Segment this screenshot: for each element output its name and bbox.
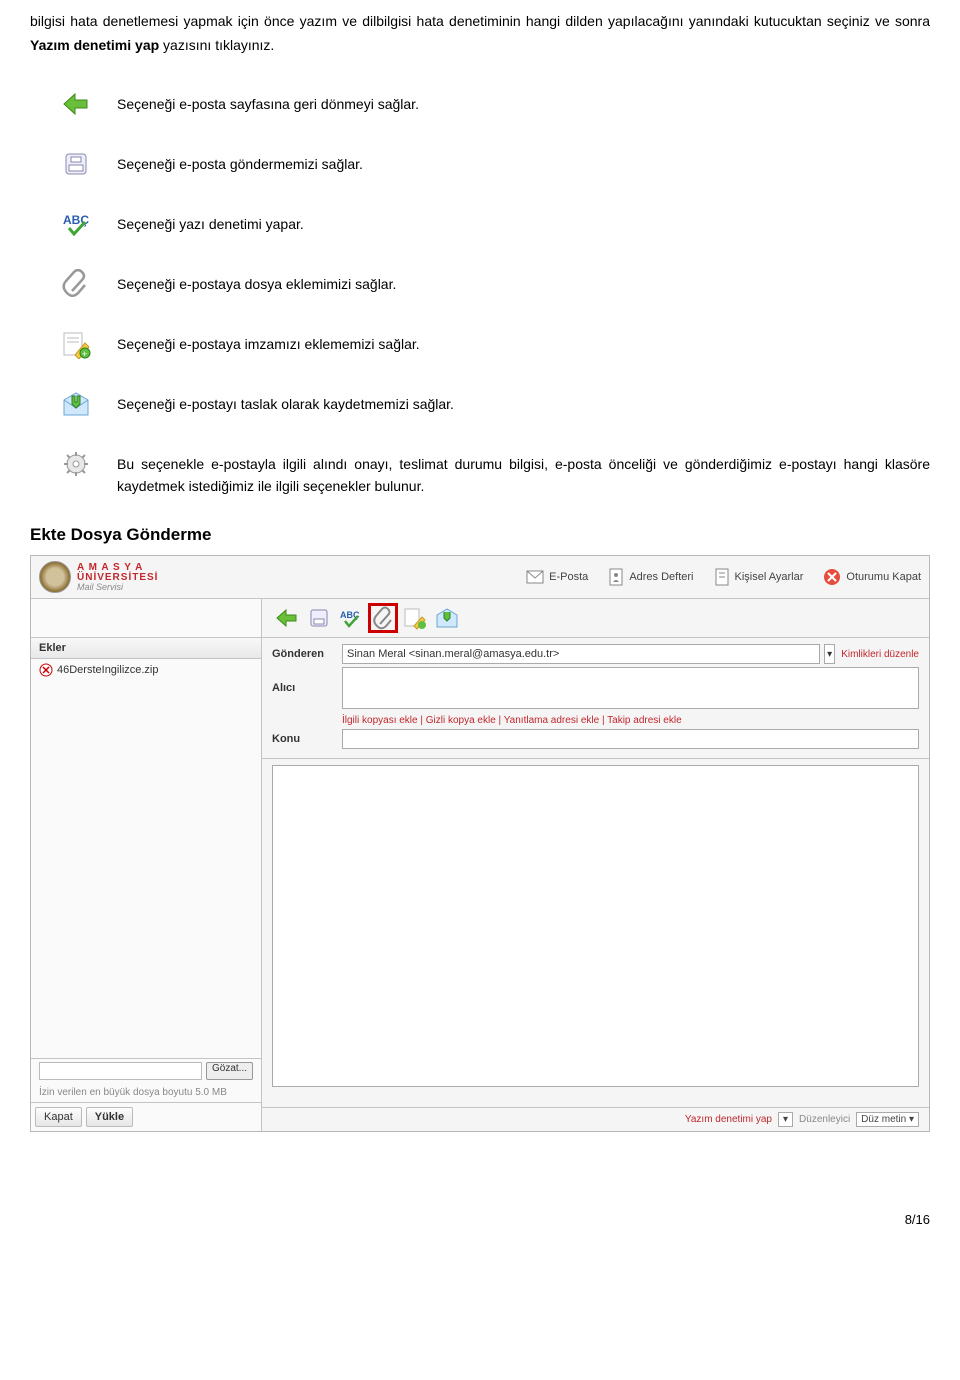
page-number: 8/16	[0, 1152, 960, 1247]
tool-back[interactable]	[272, 603, 302, 633]
intro-paragraph: bilgisi hata denetlemesi yapmak için önc…	[30, 10, 930, 58]
intro-bold: Yazım denetimi yap	[30, 37, 159, 53]
edit-identities-link[interactable]: Kimlikleri düzenle	[841, 649, 919, 660]
nav-eposta[interactable]: E-Posta	[526, 569, 588, 585]
feature-spellcheck-text: Seçeneği yazı denetimi yapar.	[117, 208, 304, 235]
feature-signature-text: Seçeneği e-postaya imzamızı eklememizi s…	[117, 328, 420, 355]
input-konu[interactable]	[342, 729, 919, 749]
addressbook-icon	[608, 568, 624, 586]
close-icon	[823, 568, 841, 586]
tool-attach[interactable]	[368, 603, 398, 633]
back-arrow-icon	[60, 88, 92, 120]
feature-send: Seçeneği e-posta göndermemizi sağlar.	[60, 148, 930, 180]
logo-emblem-icon	[39, 561, 71, 593]
feature-back-text: Seçeneği e-posta sayfasına geri dönmeyi …	[117, 88, 419, 115]
label-konu: Konu	[272, 733, 342, 745]
label-alici: Alıcı	[272, 682, 342, 694]
editor-label: Düzenleyici	[799, 1114, 850, 1125]
feature-list: Seçeneği e-posta sayfasına geri dönmeyi …	[60, 88, 930, 498]
nav-adres[interactable]: Adres Defteri	[608, 568, 693, 586]
left-panel: Ekler 46DersteIngilizce.zip Gözat... İzi…	[31, 599, 262, 1131]
gonderen-dropdown[interactable]: ▾	[824, 644, 835, 664]
tool-signature[interactable]	[400, 603, 430, 633]
feature-attach-text: Seçeneği e-postaya dosya eklemimizi sağl…	[117, 268, 396, 295]
bottom-bar: Yazım denetimi yap ▾ Düzenleyici Düz met…	[262, 1107, 929, 1131]
svg-text:+: +	[82, 349, 87, 359]
compose-toolbar: ABÇ	[262, 599, 929, 638]
paperclip-icon	[373, 606, 393, 630]
feature-options: Bu seçenekle e-postayla ilgili alındı on…	[60, 448, 930, 498]
section-heading: Ekte Dosya Gönderme	[30, 525, 930, 545]
logo-line3: Mail Servisi	[77, 583, 158, 592]
feature-signature: + Seçeneği e-postaya imzamızı eklememizi…	[60, 328, 930, 360]
file-path-input[interactable]	[39, 1062, 202, 1080]
main-area: Ekler 46DersteIngilizce.zip Gözat... İzi…	[31, 599, 929, 1131]
left-buttons: Kapat Yükle	[31, 1102, 261, 1131]
nav-adres-label: Adres Defteri	[629, 571, 693, 583]
upload-button[interactable]: Yükle	[86, 1107, 133, 1127]
tool-savedraft[interactable]	[432, 603, 462, 633]
feature-options-text: Bu seçenekle e-postayla ilgili alındı on…	[117, 448, 930, 498]
send-mail-icon	[60, 148, 92, 180]
tool-send[interactable]	[304, 603, 334, 633]
remove-icon	[39, 663, 53, 677]
back-arrow-icon	[275, 608, 299, 628]
svg-text:ABÇ: ABÇ	[63, 213, 89, 227]
feature-send-text: Seçeneği e-posta göndermemizi sağlar.	[117, 148, 363, 175]
spellcheck-icon: ABÇ	[60, 208, 92, 240]
logo-text: A M A S Y A ÜNİVERSİTESİ Mail Servisi	[77, 563, 158, 592]
nav-cikis[interactable]: Oturumu Kapat	[823, 568, 921, 586]
attachment-item[interactable]: 46DersteIngilizce.zip	[31, 659, 261, 681]
feature-back: Seçeneği e-posta sayfasına geri dönmeyi …	[60, 88, 930, 120]
mail-icon	[526, 569, 544, 585]
nav-ayarlar[interactable]: Kişisel Ayarlar	[714, 568, 804, 586]
save-draft-icon	[60, 388, 92, 420]
nav-cikis-label: Oturumu Kapat	[846, 571, 921, 583]
row-konu: Konu	[272, 729, 919, 749]
intro-text-2: yazısını tıklayınız.	[159, 37, 274, 53]
browse-row: Gözat...	[31, 1058, 261, 1083]
editor-area[interactable]	[272, 765, 919, 1087]
label-gonderen: Gönderen	[272, 648, 342, 660]
row-gonderen: Gönderen Sinan Meral <sinan.meral@amasya…	[272, 644, 919, 664]
logo: A M A S Y A ÜNİVERSİTESİ Mail Servisi	[39, 561, 158, 593]
spellcheck-icon: ABÇ	[339, 607, 363, 629]
paperclip-icon	[60, 268, 92, 300]
nav-ayarlar-label: Kişisel Ayarlar	[735, 571, 804, 583]
nav-eposta-label: E-Posta	[549, 571, 588, 583]
right-panel: ABÇ Gönderen Sinan Meral <sinan.meral@am…	[262, 599, 929, 1131]
browse-button[interactable]: Gözat...	[206, 1062, 253, 1080]
editor-mode-select[interactable]: Düz metin ▾	[856, 1112, 919, 1127]
compose-form: Gönderen Sinan Meral <sinan.meral@amasya…	[262, 638, 929, 759]
topbar: A M A S Y A ÜNİVERSİTESİ Mail Servisi E-…	[31, 556, 929, 599]
save-draft-icon	[435, 607, 459, 629]
row-alici: Alıcı	[272, 667, 919, 709]
cc-links[interactable]: İlgili kopyası ekle | Gizli kopya ekle |…	[272, 712, 919, 729]
close-button[interactable]: Kapat	[35, 1107, 82, 1127]
signature-icon: +	[60, 328, 92, 360]
tool-spell[interactable]: ABÇ	[336, 603, 366, 633]
feature-spellcheck: ABÇ Seçeneği yazı denetimi yapar.	[60, 208, 930, 240]
spellcheck-link[interactable]: Yazım denetimi yap	[685, 1114, 772, 1125]
gear-icon	[60, 448, 92, 480]
input-gonderen[interactable]: Sinan Meral <sinan.meral@amasya.edu.tr>	[342, 644, 820, 664]
send-icon	[308, 607, 330, 629]
spellcheck-lang-dropdown[interactable]: ▾	[778, 1112, 793, 1127]
intro-text-1: bilgisi hata denetlemesi yapmak için önc…	[30, 13, 930, 29]
feature-draft: Seçeneği e-postayı taslak olarak kaydetm…	[60, 388, 930, 420]
attachments-header: Ekler	[31, 638, 261, 659]
attachment-name: 46DersteIngilizce.zip	[57, 664, 159, 676]
settings-icon	[714, 568, 730, 586]
webmail-screenshot: A M A S Y A ÜNİVERSİTESİ Mail Servisi E-…	[30, 555, 930, 1132]
size-hint: İzin verilen en büyük dosya boyutu 5.0 M…	[31, 1083, 261, 1102]
input-alici[interactable]	[342, 667, 919, 709]
feature-draft-text: Seçeneği e-postayı taslak olarak kaydetm…	[117, 388, 454, 415]
feature-attach: Seçeneği e-postaya dosya eklemimizi sağl…	[60, 268, 930, 300]
signature-icon	[403, 606, 427, 630]
top-nav: E-Posta Adres Defteri Kişisel Ayarlar Ot…	[526, 568, 921, 586]
